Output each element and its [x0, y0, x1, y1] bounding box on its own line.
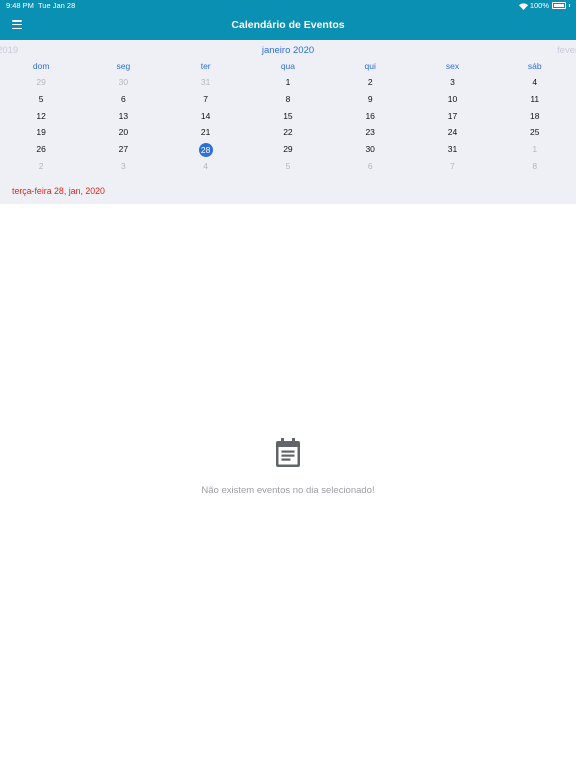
calendar-day[interactable]: 5: [247, 158, 329, 175]
empty-state: Não existem eventos no dia selecionado!: [0, 438, 576, 496]
next-month-label[interactable]: fevereiro: [557, 45, 576, 56]
calendar-week: 19 20 21 22 23 24 25: [0, 124, 576, 141]
calendar-day-selected[interactable]: 28: [165, 141, 247, 158]
calendar-day[interactable]: 3: [411, 74, 493, 91]
calendar-day[interactable]: 27: [82, 141, 164, 158]
calendar-day[interactable]: 1: [494, 141, 576, 158]
status-bar: 9:48 PM Tue Jan 28 100%: [0, 0, 576, 12]
calendar-week: 12 13 14 15 16 17 18: [0, 108, 576, 125]
weekday-label: qui: [364, 61, 376, 71]
calendar-week: 26 27 28 29 30 31 1: [0, 141, 576, 158]
calendar-day[interactable]: 17: [411, 108, 493, 125]
calendar-day[interactable]: 13: [82, 108, 164, 125]
calendar-day[interactable]: 11: [494, 91, 576, 108]
battery-percent: 100%: [529, 1, 549, 10]
calendar-day[interactable]: 29: [247, 141, 329, 158]
calendar-grid: 29 30 31 1 2 3 4 5 6 7 8 9 10 11 12 13 1…: [0, 74, 576, 175]
calendar-notes-icon: [275, 438, 301, 468]
battery-icon: [552, 2, 566, 9]
calendar-day[interactable]: 22: [247, 124, 329, 141]
weekday-label: ter: [200, 61, 211, 71]
calendar-day[interactable]: 30: [82, 74, 164, 91]
weekday-label: dom: [32, 61, 50, 71]
weekday-label: sex: [445, 61, 460, 71]
calendar-day[interactable]: 16: [329, 108, 411, 125]
status-time: 9:48 PM: [6, 1, 34, 10]
calendar-day[interactable]: 25: [494, 124, 576, 141]
calendar-day[interactable]: 6: [82, 91, 164, 108]
calendar-day[interactable]: 8: [494, 158, 576, 175]
month-header: ro 2019 janeiro 2020 fevereiro: [0, 44, 576, 58]
calendar-day[interactable]: 4: [494, 74, 576, 91]
calendar-day[interactable]: 4: [165, 158, 247, 175]
calendar-day[interactable]: 2: [0, 158, 82, 175]
status-date: Tue Jan 28: [38, 1, 76, 10]
calendar-day[interactable]: 24: [411, 124, 493, 141]
calendar-day[interactable]: 19: [0, 124, 82, 141]
weekday-label: qua: [280, 61, 296, 71]
calendar-day[interactable]: 20: [82, 124, 164, 141]
page-title: Calendário de Eventos: [231, 19, 345, 31]
calendar-day[interactable]: 7: [165, 91, 247, 108]
wifi-icon: [518, 2, 528, 10]
calendar-day[interactable]: 9: [329, 91, 411, 108]
weekday-header: dom seg ter qua qui sex sáb: [0, 61, 576, 73]
calendar-day[interactable]: 31: [165, 74, 247, 91]
calendar-day[interactable]: 21: [165, 124, 247, 141]
calendar-day[interactable]: 23: [329, 124, 411, 141]
selected-day-number: 28: [198, 142, 213, 157]
empty-state-message: Não existem eventos no dia selecionado!: [201, 485, 375, 496]
battery-tip: [569, 4, 570, 7]
selected-date-label: terça-feira 28, jan, 2020: [12, 186, 105, 196]
calendar-day[interactable]: 31: [411, 141, 493, 158]
calendar-day[interactable]: 8: [247, 91, 329, 108]
calendar-week: 5 6 7 8 9 10 11: [0, 91, 576, 108]
app-header: 9:48 PM Tue Jan 28 100% Calendário de Ev…: [0, 0, 576, 40]
calendar-day[interactable]: 5: [0, 91, 82, 108]
weekday-label: seg: [116, 61, 131, 71]
calendar-day[interactable]: 2: [329, 74, 411, 91]
calendar: ro 2019 janeiro 2020 fevereiro dom seg t…: [0, 40, 576, 204]
calendar-day[interactable]: 3: [82, 158, 164, 175]
calendar-day[interactable]: 18: [494, 108, 576, 125]
calendar-day[interactable]: 26: [0, 141, 82, 158]
calendar-day[interactable]: 7: [411, 158, 493, 175]
calendar-day[interactable]: 12: [0, 108, 82, 125]
calendar-day[interactable]: 14: [165, 108, 247, 125]
calendar-day[interactable]: 15: [247, 108, 329, 125]
calendar-day[interactable]: 1: [247, 74, 329, 91]
weekday-label: sáb: [527, 61, 542, 71]
calendar-day[interactable]: 29: [0, 74, 82, 91]
current-month-label: janeiro 2020: [261, 45, 315, 56]
status-right: 100%: [518, 1, 570, 10]
calendar-day[interactable]: 6: [329, 158, 411, 175]
calendar-week: 2 3 4 5 6 7 8: [0, 158, 576, 175]
calendar-day[interactable]: 30: [329, 141, 411, 158]
calendar-week: 29 30 31 1 2 3 4: [0, 74, 576, 91]
calendar-day[interactable]: 10: [411, 91, 493, 108]
